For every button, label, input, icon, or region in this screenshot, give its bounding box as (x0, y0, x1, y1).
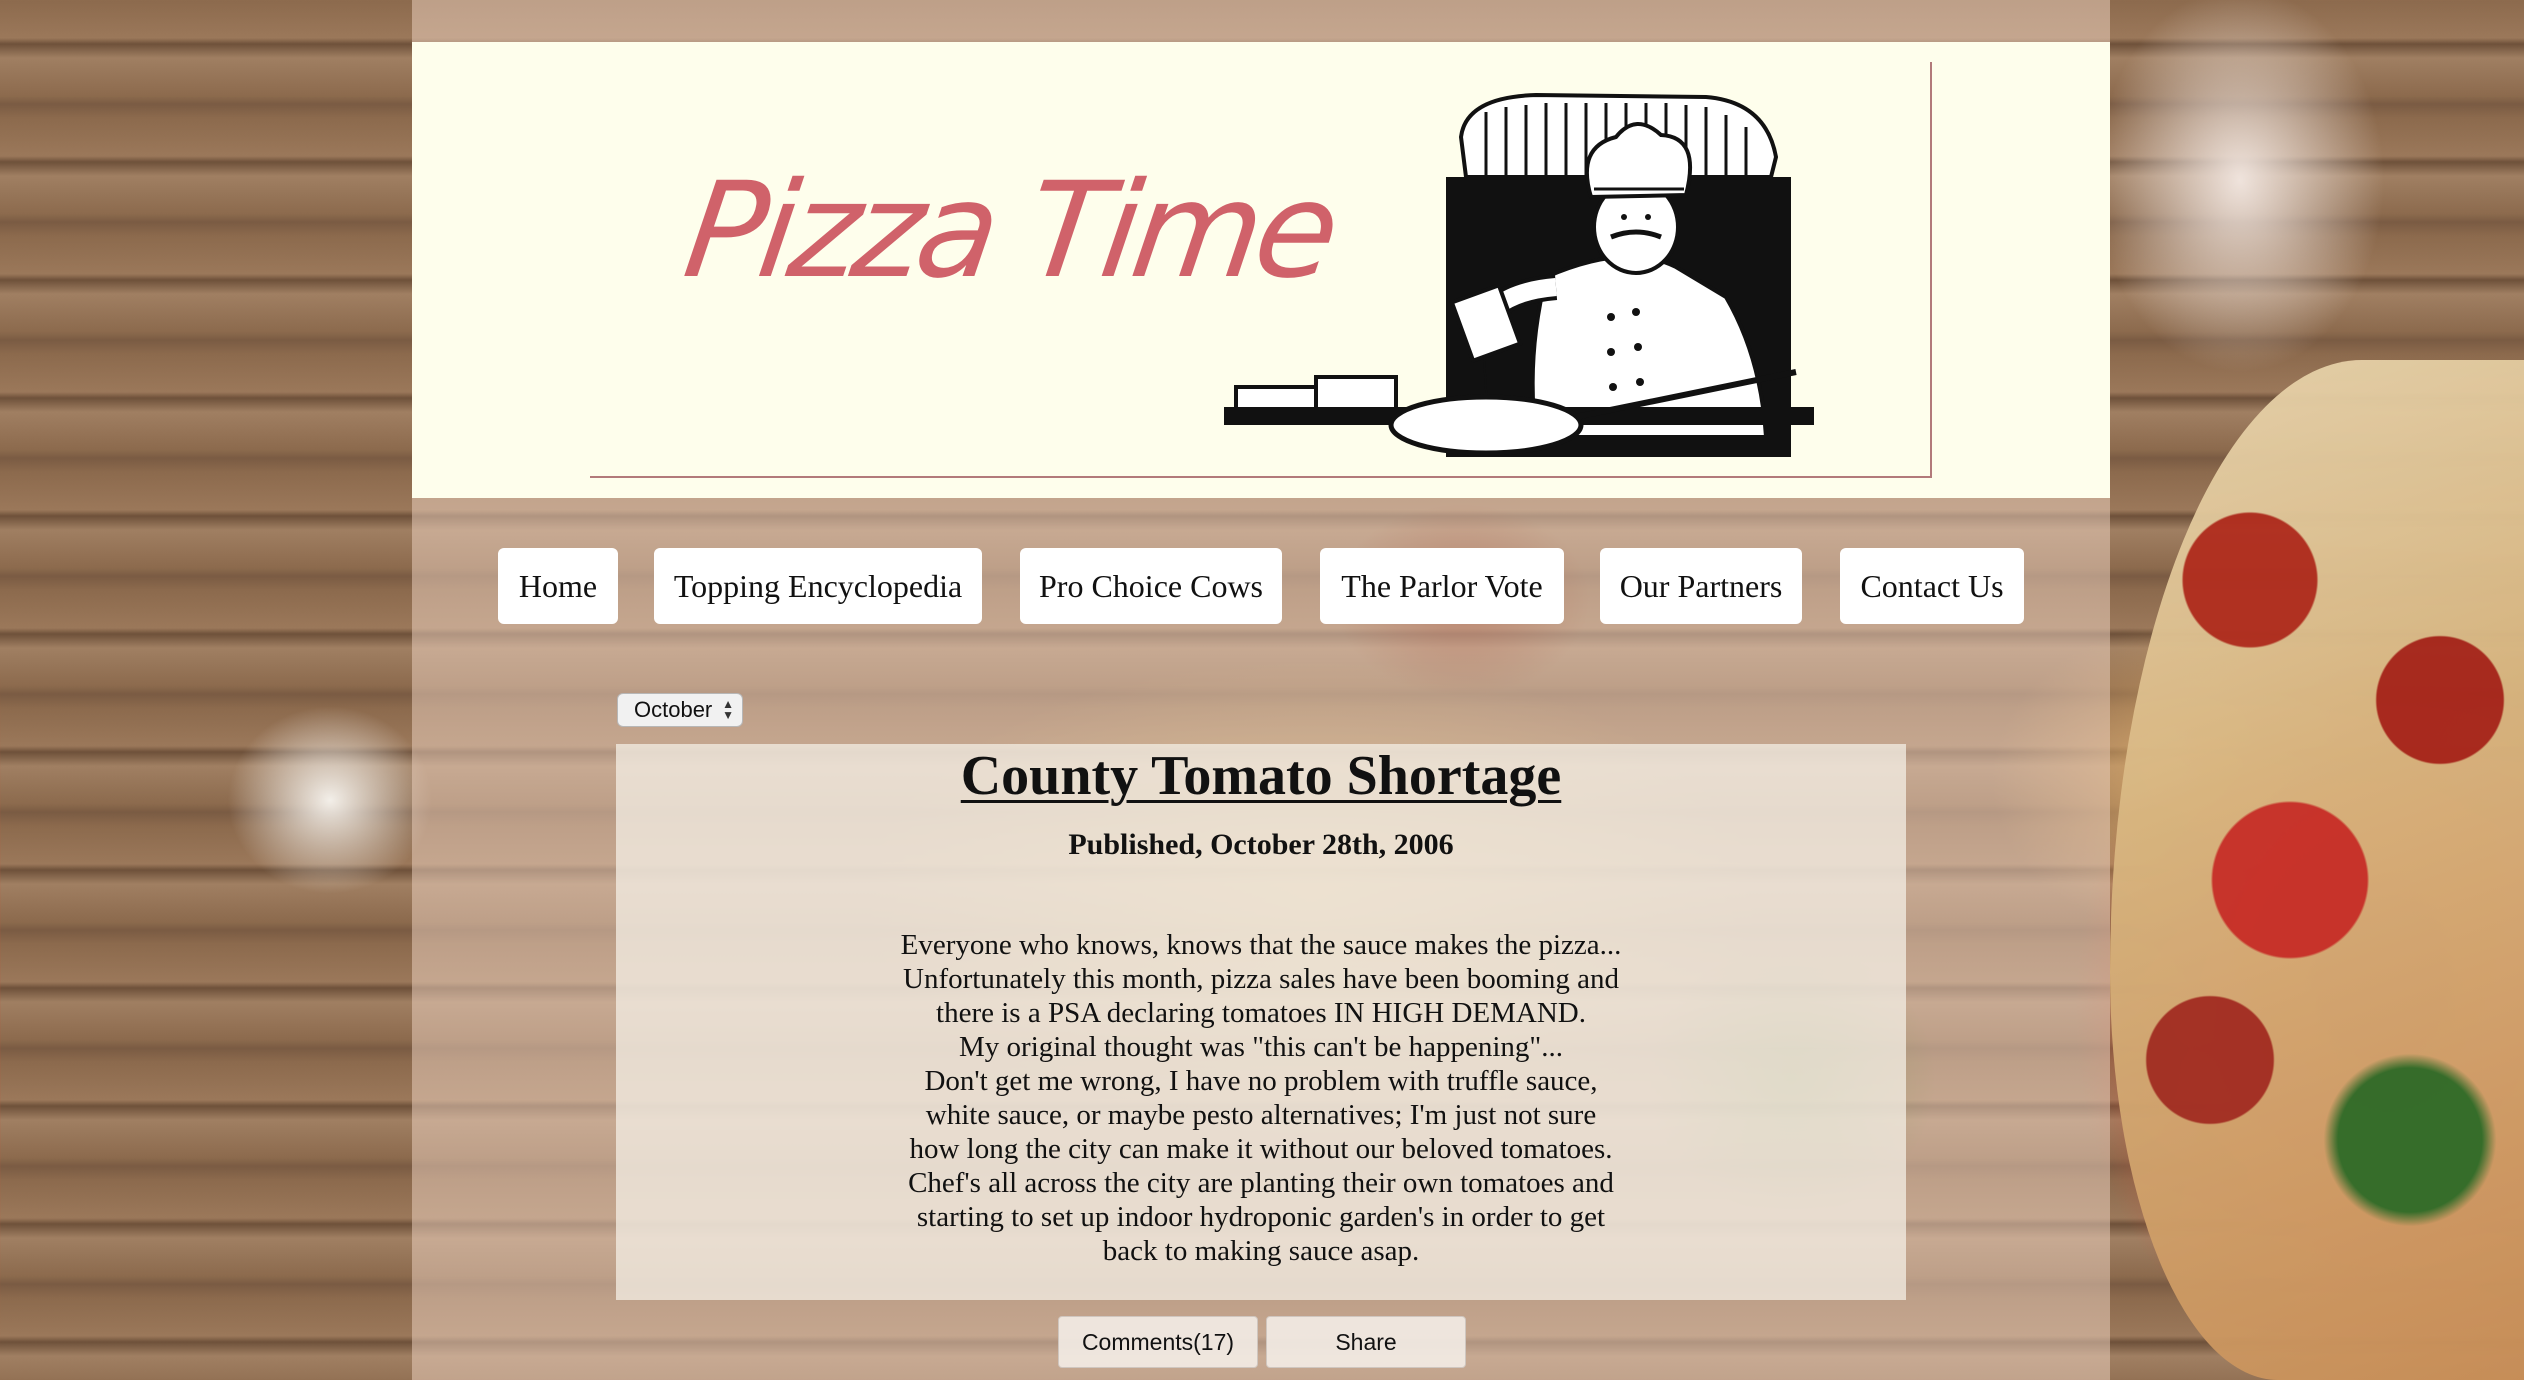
article-body-line: starting to set up indoor hydroponic gar… (916, 1201, 1606, 1233)
nav-contact-us[interactable]: Contact Us (1840, 548, 2024, 624)
article-body-line: back to making sauce asap. (1102, 1235, 1420, 1267)
article-body-line: there is a PSA declaring tomatoes IN HIG… (936, 997, 1586, 1029)
background-pizza-decoration (2110, 360, 2524, 1380)
article-body: Everyone who knows, knows that the sauce… (861, 928, 1661, 1268)
updown-chevron-icon: ▲ ▼ (722, 697, 734, 722)
article-title[interactable]: County Tomato Shortage (616, 744, 1906, 806)
chef-illustration (1224, 92, 1814, 457)
main-nav: Home Topping Encyclopedia Pro Choice Cow… (498, 548, 2026, 624)
comments-button[interactable]: Comments(17) (1058, 1316, 1258, 1368)
nav-our-partners[interactable]: Our Partners (1600, 548, 1802, 624)
article-body-line: Everyone who knows, knows that the sauce… (900, 929, 1622, 961)
article-published-date: Published, October 28th, 2006 (1068, 828, 1454, 861)
article-body-line: white sauce, or maybe pesto alternatives… (925, 1099, 1597, 1131)
share-button[interactable]: Share (1266, 1316, 1466, 1368)
month-select[interactable]: October ▲ ▼ (617, 693, 743, 727)
nav-home[interactable]: Home (498, 548, 618, 624)
article-body-line: My original thought was "this can't be h… (959, 1031, 1563, 1063)
nav-parlor-vote[interactable]: The Parlor Vote (1320, 548, 1564, 624)
nav-topping-encyclopedia[interactable]: Topping Encyclopedia (654, 548, 982, 624)
article-body-line: Unfortunately this month, pizza sales ha… (903, 963, 1619, 995)
article-card: County Tomato Shortage Published, Octobe… (616, 744, 1906, 1300)
article-body-line: how long the city can make it without ou… (909, 1133, 1613, 1165)
site-header: Pizza Time (412, 42, 2110, 498)
month-select-value: October (634, 697, 713, 722)
article-body-line: Don't get me wrong, I have no problem wi… (924, 1065, 1598, 1097)
nav-pro-choice-cows[interactable]: Pro Choice Cows (1020, 548, 1282, 624)
article-body-line: Chef's all across the city are planting … (908, 1167, 1614, 1199)
